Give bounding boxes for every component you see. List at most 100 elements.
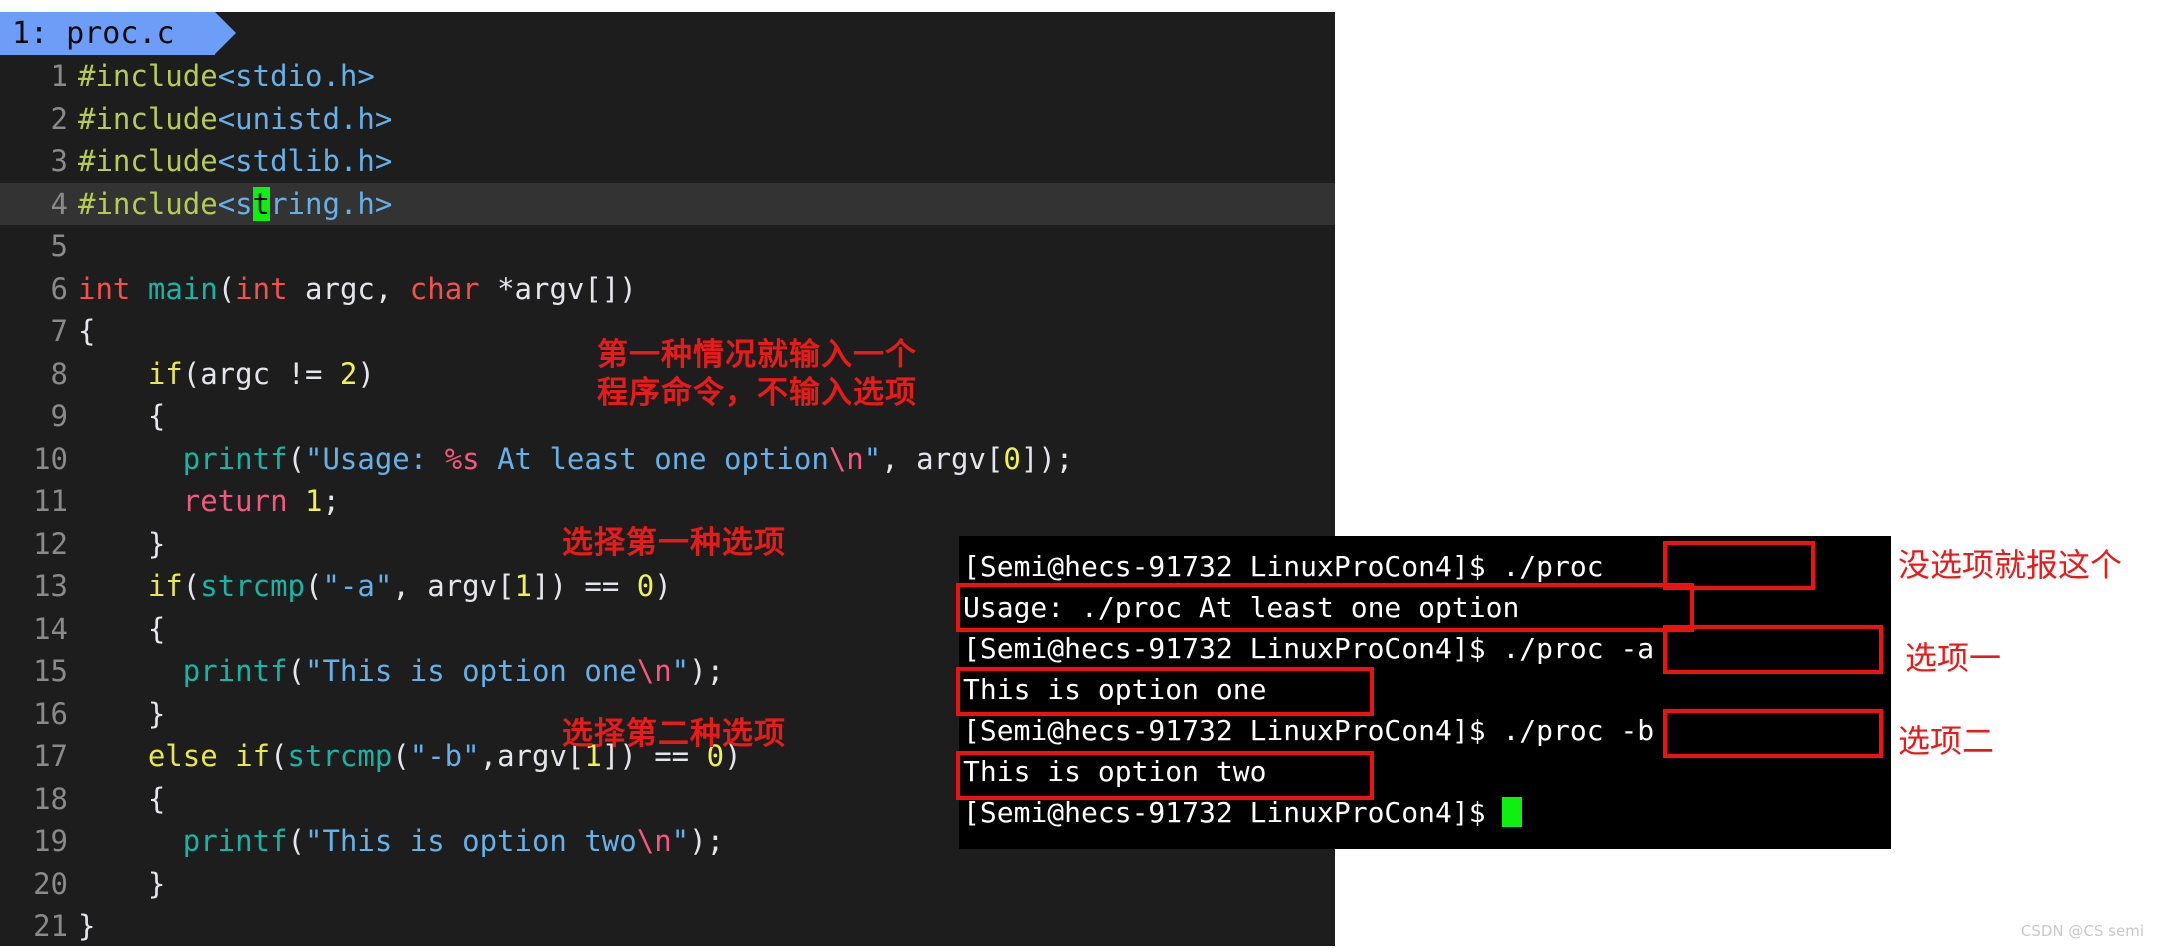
code-text: printf("This is option two\n"); <box>78 824 724 858</box>
code-token: #include <box>78 144 218 178</box>
annotation-note-option-one: 选择第一种选项 <box>562 525 786 561</box>
code-text: } <box>78 527 165 561</box>
shell-prompt: [Semi@hecs-91732 LinuxProCon4]$ <box>963 550 1503 583</box>
line-number: 18 <box>33 781 68 816</box>
line-number: 20 <box>33 866 68 901</box>
line-number: 21 <box>33 909 68 943</box>
code-token: int <box>235 271 288 306</box>
code-token: } <box>78 526 166 561</box>
line-number: 15 <box>33 654 68 688</box>
code-token: char <box>409 271 480 306</box>
code-token: ( <box>217 271 236 306</box>
code-token: 2 <box>339 356 358 391</box>
terminal-output-line: This is option one <box>959 669 1891 710</box>
code-token: ( <box>270 739 288 773</box>
code-token: return <box>182 484 288 518</box>
code-text: #include<string.h> <box>78 186 392 221</box>
code-token: ) <box>357 356 375 391</box>
code-token: "-b" <box>409 739 480 773</box>
code-text: if(strcmp("-a", argv[1]) == 0) <box>78 569 672 603</box>
code-token: "This is option two <box>305 824 637 858</box>
code-line: 10 printf("Usage: %s At least one option… <box>0 438 1335 481</box>
code-token: "Usage: <box>305 441 445 476</box>
code-token: int <box>78 271 131 306</box>
line-number: 11 <box>33 484 68 518</box>
code-token: ; <box>322 484 340 518</box>
terminal-cursor <box>1502 797 1523 827</box>
line-number: 8 <box>50 356 68 391</box>
code-token: <stdlib.h> <box>217 144 393 178</box>
code-text: printf("This is option one\n"); <box>78 654 724 688</box>
code-token: \n <box>636 654 672 688</box>
watermark: CSDN @CS semi <box>2020 922 2144 940</box>
code-token: { <box>78 611 166 646</box>
annotation-note-no-option: 没选项就报这个 <box>1898 546 2123 584</box>
code-token: printf <box>182 824 288 858</box>
code-token: , argv[ <box>392 569 515 603</box>
code-token: \n <box>636 824 672 858</box>
code-token: if <box>147 356 183 391</box>
code-token: main <box>147 271 218 306</box>
code-line: 4 #include<string.h> <box>0 182 1335 225</box>
line-number: 6 <box>50 271 68 306</box>
code-text: if(argc != 2) <box>78 357 375 391</box>
terminal-prompt-line: [Semi@hecs-91732 LinuxProCon4]$ <box>959 792 1891 833</box>
code-token: At least one option <box>479 441 829 476</box>
code-token: 0 <box>1003 441 1021 476</box>
shell-command: ./proc -a <box>1502 632 1655 665</box>
shell-command: ./proc <box>1502 550 1604 583</box>
line-number: 14 <box>33 611 68 646</box>
terminal-prompt-line: [Semi@hecs-91732 LinuxProCon4]$ ./proc <box>959 546 1891 587</box>
code-token: 1 <box>514 569 532 603</box>
line-number: 16 <box>33 696 68 731</box>
code-token: strcmp <box>200 569 305 603</box>
terminal-output-line: Usage: ./proc At least one option <box>959 587 1891 628</box>
terminal-window[interactable]: [Semi@hecs-91732 LinuxProCon4]$ ./proc Us… <box>959 536 1891 849</box>
code-token: #include <box>78 186 218 221</box>
code-token: ) <box>654 569 672 603</box>
code-text: return 1; <box>78 484 340 518</box>
code-token: { <box>78 399 166 433</box>
tab-proc-c[interactable]: 1: proc.c <box>0 12 236 55</box>
shell-command: ./proc -b <box>1502 714 1655 747</box>
code-token: argc, <box>287 271 410 306</box>
shell-prompt: [Semi@hecs-91732 LinuxProCon4]$ <box>963 632 1503 665</box>
code-line: 1 #include<stdio.h> <box>0 55 1335 98</box>
annotation-note-opt-2: 选项二 <box>1898 722 1995 760</box>
code-token: ( <box>305 569 323 603</box>
code-token: { <box>78 781 166 816</box>
code-text: } <box>78 867 165 901</box>
code-line: 5 <box>0 225 1335 268</box>
code-text: #include<stdlib.h> <box>78 144 392 178</box>
code-token: ]); <box>1020 441 1074 476</box>
code-token: %s <box>444 441 480 476</box>
code-token: " <box>671 654 690 688</box>
line-number: 5 <box>50 229 68 263</box>
terminal-prompt-line: [Semi@hecs-91732 LinuxProCon4]$ ./proc -… <box>959 628 1891 669</box>
line-number: 1 <box>50 59 68 93</box>
code-token: ( <box>392 739 410 773</box>
code-line: 6 int main(int argc, char *argv[]) <box>0 268 1335 311</box>
code-token: ( <box>287 824 305 858</box>
code-token: strcmp <box>287 739 393 773</box>
code-line: 2 #include<unistd.h> <box>0 98 1335 141</box>
editor-tab-bar: 1: proc.c <box>0 12 1335 55</box>
code-text: { <box>78 612 165 646</box>
code-token: } <box>78 866 166 901</box>
terminal-prompt-line: [Semi@hecs-91732 LinuxProCon4]$ ./proc -… <box>959 710 1891 751</box>
command-output: This is option one <box>963 673 1267 706</box>
annotation-note-option-two: 选择第二种选项 <box>562 716 786 752</box>
code-token: printf <box>182 441 288 476</box>
code-token: ( <box>182 569 201 603</box>
code-token: , argv[ <box>881 441 1004 476</box>
shell-prompt: [Semi@hecs-91732 LinuxProCon4]$ <box>963 796 1503 829</box>
code-line: 3 #include<stdlib.h> <box>0 140 1335 183</box>
line-number: 2 <box>50 101 68 136</box>
line-number: 19 <box>33 824 68 858</box>
code-token: <unistd.h> <box>217 101 393 136</box>
